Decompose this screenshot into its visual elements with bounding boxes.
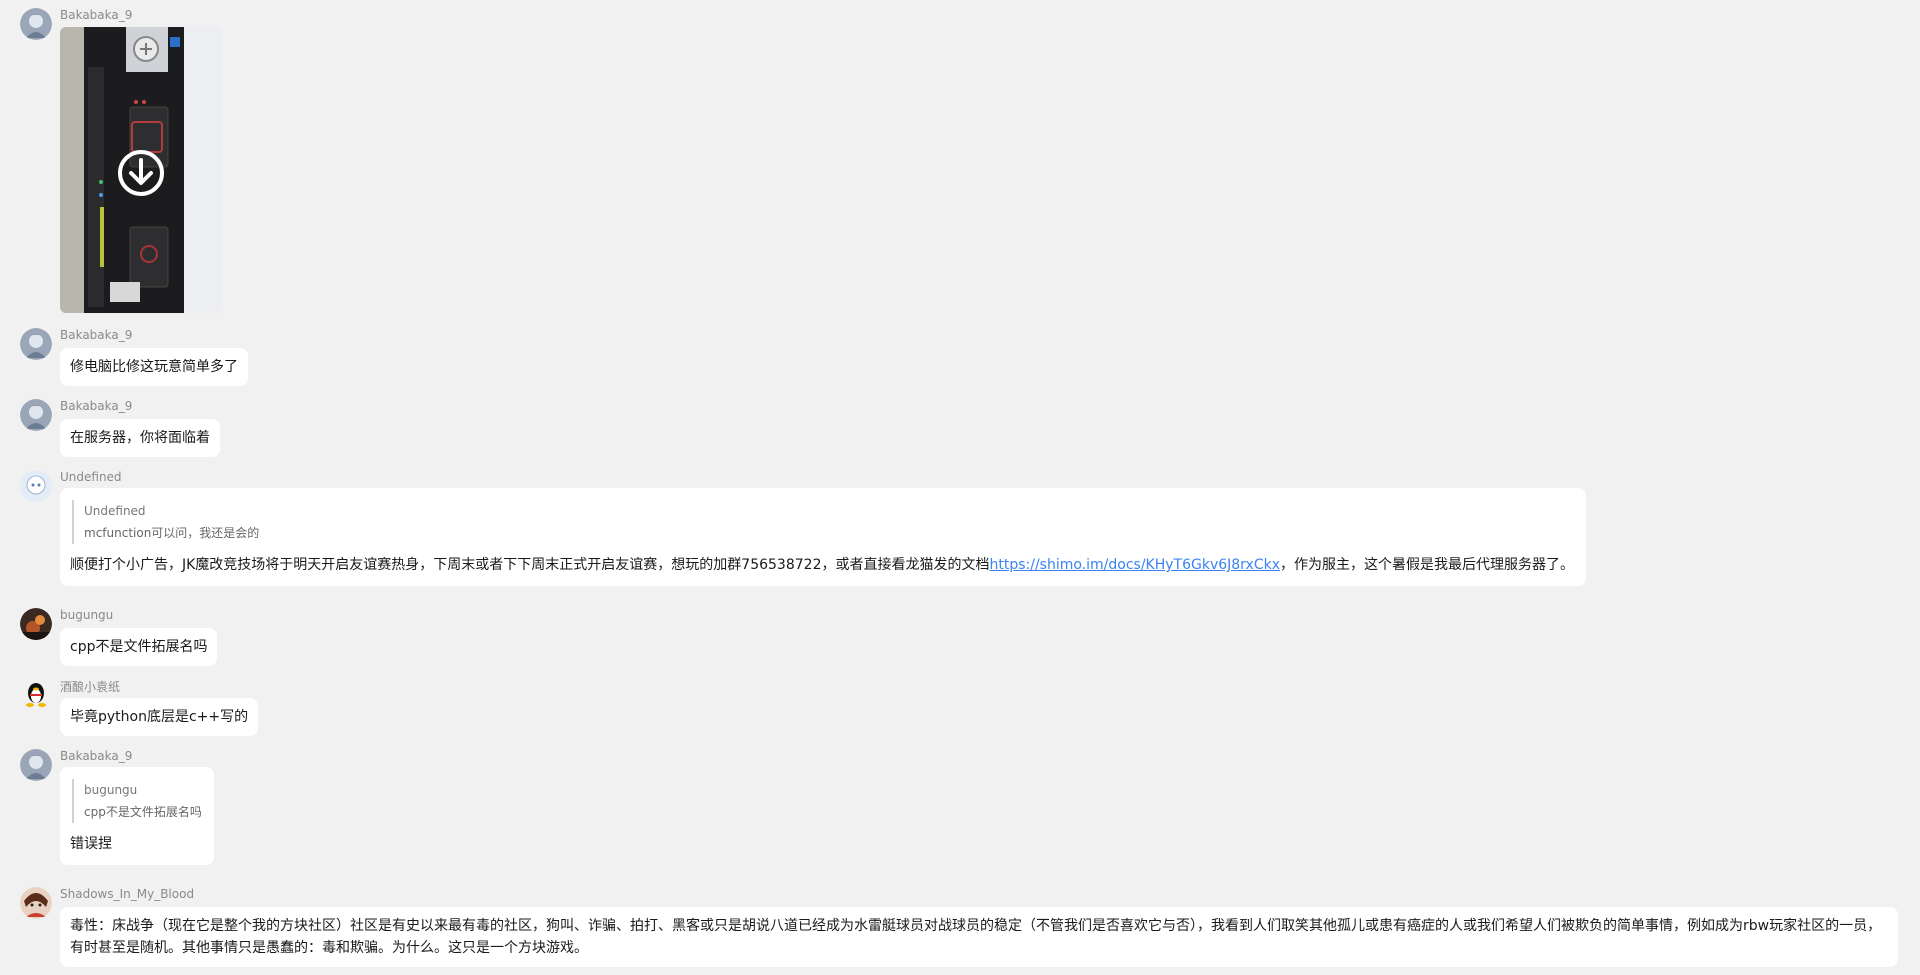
message-text-part: 顺便打个小广告，JK魔改竞技场将于明天开启友谊赛热身，下周末或者下下周末正式开启… [70, 557, 990, 573]
message-bubble[interactable]: 毒性：床战争（现在它是整个我的方块社区）社区是有史以来最有毒的社区，狗叫、诈骗、… [60, 907, 1898, 967]
message-item: Bakabaka_9 bugungu cpp不是文件拓展名吗 错误捏 [0, 741, 1920, 877]
avatar[interactable] [20, 887, 52, 919]
message-bubble[interactable]: 修电脑比修这玩意简单多了 [60, 348, 248, 386]
message-bubble[interactable]: 毕竟python底层是c++写的 [60, 698, 259, 736]
message-text-part: ，作为服主，这个暑假是我最后代理服务器了。 [1280, 557, 1575, 573]
quote-sender: bugungu [84, 783, 138, 797]
reply-quote[interactable]: Undefined mcfunction可以问，我还是会的 [72, 500, 1574, 544]
quote-text: cpp不是文件拓展名吗 [84, 805, 202, 819]
sender-name[interactable]: bugungu [60, 608, 113, 622]
avatar[interactable] [20, 470, 52, 502]
message-text: 错误捏 [70, 836, 112, 852]
quote-sender: Undefined [84, 504, 146, 518]
message-link[interactable]: https://shimo.im/docs/KHyT6Gkv6J8rxCkx [989, 557, 1280, 573]
chat-message-list[interactable]: Bakabaka_9 Bakabaka_9 修电脑比修这玩意简单多了 Bakab… [0, 0, 1920, 975]
avatar[interactable] [20, 328, 52, 360]
message-item: Bakabaka_9 修电脑比修这玩意简单多了 [0, 320, 1920, 390]
sender-name[interactable]: Bakabaka_9 [60, 749, 132, 763]
avatar[interactable] [20, 749, 52, 781]
message-item: Bakabaka_9 [0, 0, 1920, 320]
message-item: 酒酿小袁纸 毕竟python底层是c++写的 [0, 670, 1920, 740]
message-item: Bakabaka_9 在服务器，你将面临着 [0, 391, 1920, 461]
reply-quote[interactable]: bugungu cpp不是文件拓展名吗 [72, 779, 202, 823]
sender-name[interactable]: Shadows_In_My_Blood [60, 887, 194, 901]
sender-name[interactable]: Bakabaka_9 [60, 328, 132, 342]
message-bubble[interactable]: Undefined mcfunction可以问，我还是会的 顺便打个小广告，JK… [60, 488, 1587, 586]
avatar[interactable] [20, 399, 52, 431]
sender-name[interactable]: Bakabaka_9 [60, 399, 132, 413]
download-icon[interactable] [116, 148, 166, 198]
message-text: 顺便打个小广告，JK魔改竞技场将于明天开启友谊赛热身，下周末或者下下周末正式开启… [70, 554, 1574, 576]
sender-name[interactable]: 酒酿小袁纸 [60, 678, 120, 695]
message-item: Shadows_In_My_Blood 毒性：床战争（现在它是整个我的方块社区）… [0, 879, 1920, 975]
message-bubble[interactable]: bugungu cpp不是文件拓展名吗 错误捏 [60, 767, 214, 865]
quote-text: mcfunction可以问，我还是会的 [84, 526, 260, 540]
sender-name[interactable]: Undefined [60, 470, 122, 484]
message-bubble[interactable]: 在服务器，你将面临着 [60, 419, 220, 457]
message-item: Undefined Undefined mcfunction可以问，我还是会的 … [0, 462, 1920, 598]
avatar[interactable] [20, 608, 52, 640]
avatar[interactable] [20, 8, 52, 40]
avatar[interactable] [20, 678, 52, 710]
message-item: bugungu cpp不是文件拓展名吗 [0, 600, 1920, 670]
sender-name[interactable]: Bakabaka_9 [60, 8, 132, 22]
message-bubble[interactable]: cpp不是文件拓展名吗 [60, 628, 218, 666]
